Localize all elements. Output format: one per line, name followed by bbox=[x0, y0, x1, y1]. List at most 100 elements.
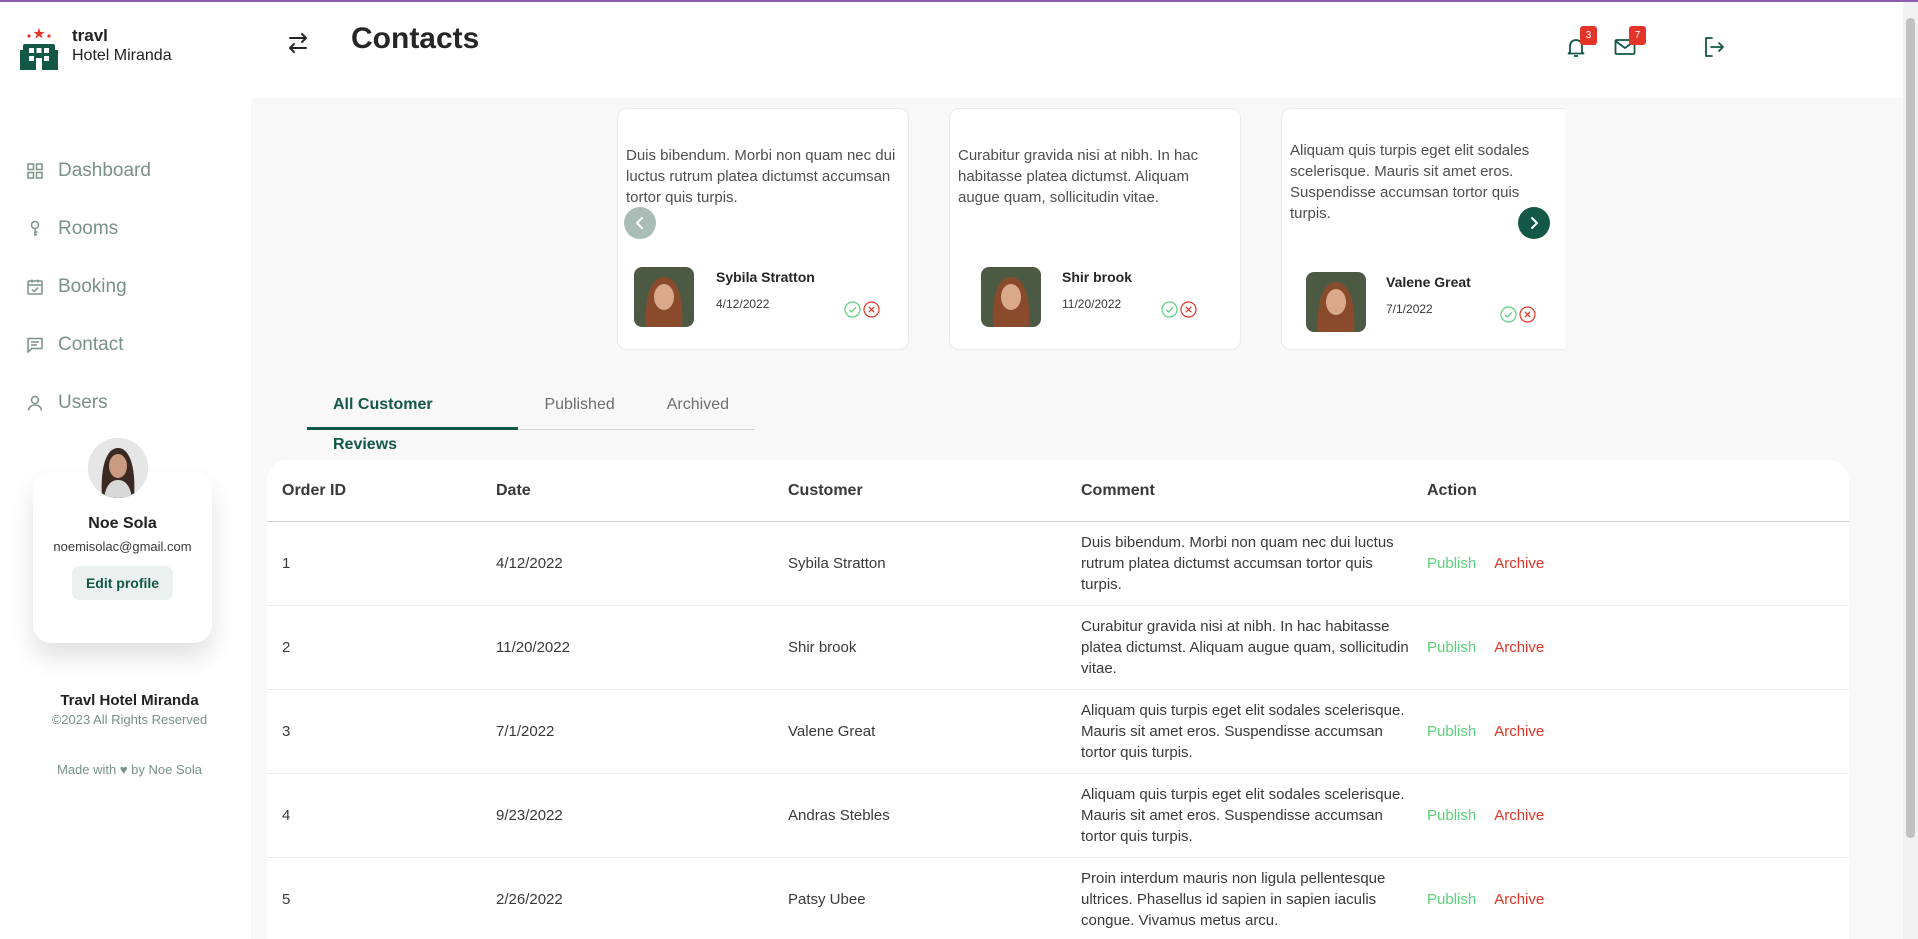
review-date: 4/12/2022 bbox=[716, 297, 770, 311]
order-id-cell: 3 bbox=[282, 723, 291, 740]
logout-button[interactable] bbox=[1701, 34, 1727, 60]
message-icon bbox=[27, 337, 43, 354]
notifications-badge: 3 bbox=[1580, 26, 1597, 45]
avatar-image bbox=[88, 438, 148, 498]
sidebar-item-label: Contact bbox=[58, 334, 124, 355]
publish-button[interactable]: Publish bbox=[1427, 891, 1476, 908]
sidebar-item-label: Rooms bbox=[58, 218, 119, 239]
close-circle-icon[interactable] bbox=[863, 301, 880, 318]
tab-all-customer-reviews[interactable]: All Customer Reviews bbox=[307, 385, 519, 453]
order-id-cell: 4 bbox=[282, 807, 291, 824]
top-header: Contacts 3 7 bbox=[251, 2, 1918, 98]
action-cell: Publish Archive bbox=[1427, 555, 1849, 572]
sidebar: travl Hotel Miranda Dashboard Rooms Book… bbox=[0, 2, 251, 939]
comment-cell: Aliquam quis turpis eget elit sodales sc… bbox=[1081, 786, 1405, 845]
review-text: Duis bibendum. Morbi non quam nec dui lu… bbox=[626, 147, 896, 206]
close-circle-icon[interactable] bbox=[1519, 306, 1536, 323]
archive-button[interactable]: Archive bbox=[1494, 807, 1544, 824]
comment-cell: Duis bibendum. Morbi non quam nec dui lu… bbox=[1081, 534, 1394, 593]
chevron-right-icon bbox=[1531, 217, 1538, 229]
archive-button[interactable]: Archive bbox=[1494, 891, 1544, 908]
reviewer-photo bbox=[634, 267, 694, 327]
brand[interactable]: travl Hotel Miranda bbox=[20, 26, 172, 72]
publish-button[interactable]: Publish bbox=[1427, 723, 1476, 740]
notifications-button[interactable]: 3 bbox=[1564, 26, 1597, 59]
sidebar-item-label: Booking bbox=[58, 276, 127, 297]
column-header-comment[interactable]: Comment bbox=[1081, 480, 1427, 501]
date-cell: 11/20/2022 bbox=[496, 639, 570, 656]
check-circle-icon[interactable] bbox=[1161, 301, 1178, 318]
order-id-cell: 2 bbox=[282, 639, 291, 656]
customer-cell: Sybila Stratton bbox=[788, 555, 886, 572]
review-text: Aliquam quis turpis eget elit sodales sc… bbox=[1290, 142, 1530, 222]
publish-button[interactable]: Publish bbox=[1427, 807, 1476, 824]
footer-credits: Made with ♥ by Noe Sola bbox=[56, 762, 202, 777]
tab-published[interactable]: Published bbox=[518, 385, 640, 430]
comment-cell: Proin interdum mauris non ligula pellent… bbox=[1081, 870, 1386, 929]
table-row: 2 11/20/2022 Shir brook Curabitur gravid… bbox=[267, 606, 1849, 690]
slider-prev-button[interactable] bbox=[624, 207, 656, 239]
publish-button[interactable]: Publish bbox=[1427, 639, 1476, 656]
messages-button[interactable]: 7 bbox=[1613, 26, 1646, 59]
action-cell: Publish Archive bbox=[1427, 639, 1849, 656]
table-row: 4 9/23/2022 Andras Stebles Aliquam quis … bbox=[267, 774, 1849, 858]
customer-cell: Patsy Ubee bbox=[788, 891, 866, 908]
dashboard-icon bbox=[27, 163, 43, 179]
table-row: 1 4/12/2022 Sybila Stratton Duis bibendu… bbox=[267, 522, 1849, 606]
column-header-date[interactable]: Date bbox=[496, 482, 788, 500]
logout-icon bbox=[1705, 37, 1724, 57]
profile-avatar bbox=[88, 438, 148, 498]
review-date: 11/20/2022 bbox=[1062, 297, 1122, 311]
footer-copyright: ©2023 All Rights Reserved bbox=[51, 712, 208, 727]
customer-cell: Andras Stebles bbox=[788, 807, 890, 824]
reviewer-photo bbox=[1306, 272, 1366, 332]
archive-button[interactable]: Archive bbox=[1494, 555, 1544, 572]
sidebar-toggle-icon[interactable] bbox=[285, 30, 311, 56]
date-cell: 4/12/2022 bbox=[496, 555, 563, 572]
review-actions bbox=[1500, 306, 1536, 323]
action-cell: Publish Archive bbox=[1427, 723, 1849, 740]
reviewer-photo bbox=[981, 267, 1041, 327]
footer-title: Travl Hotel Miranda bbox=[60, 692, 199, 709]
date-cell: 9/23/2022 bbox=[496, 807, 563, 824]
sidebar-item-dashboard[interactable]: Dashboard bbox=[0, 142, 251, 200]
scrollbar-thumb[interactable] bbox=[1906, 18, 1915, 838]
sidebar-item-booking[interactable]: Booking bbox=[0, 258, 251, 316]
archive-button[interactable]: Archive bbox=[1494, 639, 1544, 656]
edit-profile-button[interactable]: Edit profile bbox=[71, 566, 174, 600]
order-id-cell: 1 bbox=[282, 555, 291, 572]
comment-cell: Curabitur gravida nisi at nibh. In hac h… bbox=[1081, 618, 1409, 677]
sidebar-item-label: Users bbox=[58, 392, 108, 413]
review-tabs: All Customer Reviews Published Archived bbox=[307, 385, 755, 453]
brand-name: travl bbox=[72, 26, 108, 45]
sidebar-item-contact[interactable]: Contact bbox=[0, 316, 251, 374]
check-circle-icon[interactable] bbox=[1500, 306, 1517, 323]
check-circle-icon[interactable] bbox=[844, 301, 861, 318]
profile-name: Noe Sola bbox=[88, 515, 157, 532]
date-cell: 2/26/2022 bbox=[496, 891, 563, 908]
review-text: Curabitur gravida nisi at nibh. In hac h… bbox=[958, 147, 1199, 206]
review-date: 7/1/2022 bbox=[1386, 302, 1433, 316]
close-circle-icon[interactable] bbox=[1180, 301, 1197, 318]
column-header-order-id[interactable]: Order ID bbox=[267, 482, 496, 500]
brand-subtitle: Hotel Miranda bbox=[72, 47, 172, 64]
sidebar-nav: Dashboard Rooms Booking Contact Users bbox=[0, 142, 251, 432]
publish-button[interactable]: Publish bbox=[1427, 555, 1476, 572]
profile-email: noemisolac@gmail.com bbox=[53, 539, 192, 554]
sidebar-item-users[interactable]: Users bbox=[0, 374, 251, 432]
sidebar-footer: Travl Hotel Miranda ©2023 All Rights Res… bbox=[0, 692, 259, 777]
reviewer-name: Valene Great bbox=[1386, 274, 1471, 290]
slider-next-button[interactable] bbox=[1518, 207, 1550, 239]
reviewer-name: Sybila Stratton bbox=[716, 269, 815, 285]
review-actions bbox=[1161, 301, 1197, 318]
table-row: 5 2/26/2022 Patsy Ubee Proin interdum ma… bbox=[267, 858, 1849, 939]
table-row: 3 7/1/2022 Valene Great Aliquam quis tur… bbox=[267, 690, 1849, 774]
column-header-action: Action bbox=[1427, 481, 1477, 499]
sidebar-item-rooms[interactable]: Rooms bbox=[0, 200, 251, 258]
date-cell: 7/1/2022 bbox=[496, 723, 555, 740]
order-id-cell: 5 bbox=[282, 891, 291, 908]
archive-button[interactable]: Archive bbox=[1494, 723, 1544, 740]
user-icon bbox=[27, 395, 43, 411]
column-header-customer[interactable]: Customer bbox=[788, 482, 1081, 500]
tab-archived[interactable]: Archived bbox=[641, 385, 755, 430]
